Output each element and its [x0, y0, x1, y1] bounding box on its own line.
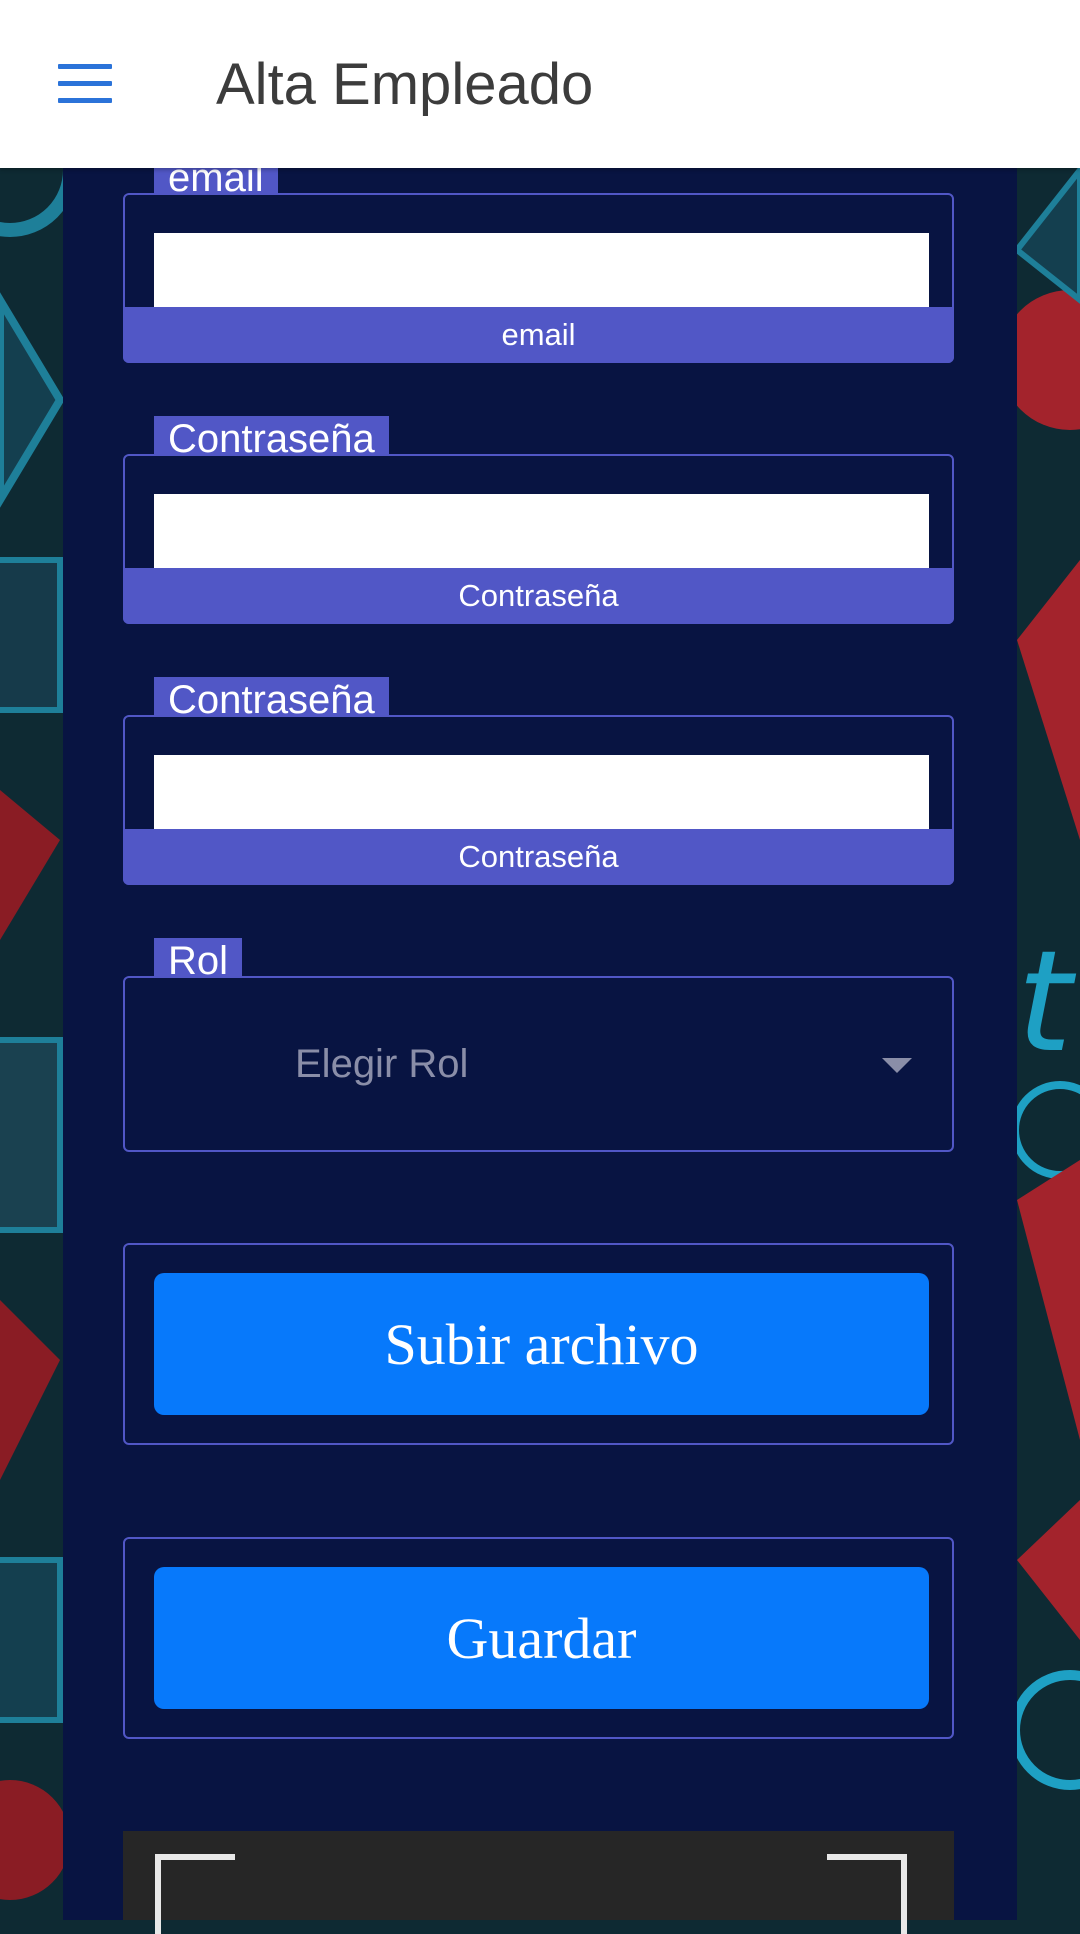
- password-input[interactable]: [154, 494, 929, 570]
- password-confirm-fieldset: Contraseña Contraseña: [123, 677, 954, 885]
- role-legend: Rol: [154, 938, 243, 983]
- svg-text:t: t: [1017, 921, 1077, 1084]
- upload-file-button[interactable]: Subir archivo: [154, 1273, 929, 1415]
- app-header: Alta Empleado: [0, 0, 1080, 168]
- upload-fieldset: Subir archivo: [123, 1243, 954, 1445]
- password-helper-text: Contraseña: [123, 568, 954, 624]
- camera-scanner-preview: [123, 1831, 954, 1934]
- hamburger-menu-icon[interactable]: [58, 64, 112, 104]
- save-fieldset: Guardar: [123, 1537, 954, 1739]
- email-input[interactable]: [154, 233, 929, 309]
- caret-down-icon: [882, 1058, 912, 1073]
- email-fieldset: email email: [123, 155, 954, 363]
- email-helper-text: email: [123, 307, 954, 363]
- page-title: Alta Empleado: [216, 52, 594, 117]
- role-fieldset: Rol Elegir Rol: [123, 938, 954, 1152]
- password-confirm-input[interactable]: [154, 755, 929, 831]
- scanner-corner-top-left: [155, 1854, 235, 1934]
- password-fieldset: Contraseña Contraseña: [123, 416, 954, 624]
- password-confirm-legend: Contraseña: [154, 677, 389, 722]
- scanner-corner-top-right: [827, 1854, 907, 1934]
- password-confirm-helper-text: Contraseña: [123, 829, 954, 885]
- save-button[interactable]: Guardar: [154, 1567, 929, 1709]
- password-legend: Contraseña: [154, 416, 389, 461]
- role-select[interactable]: Elegir Rol: [125, 978, 952, 1150]
- role-select-value: Elegir Rol: [295, 1042, 469, 1086]
